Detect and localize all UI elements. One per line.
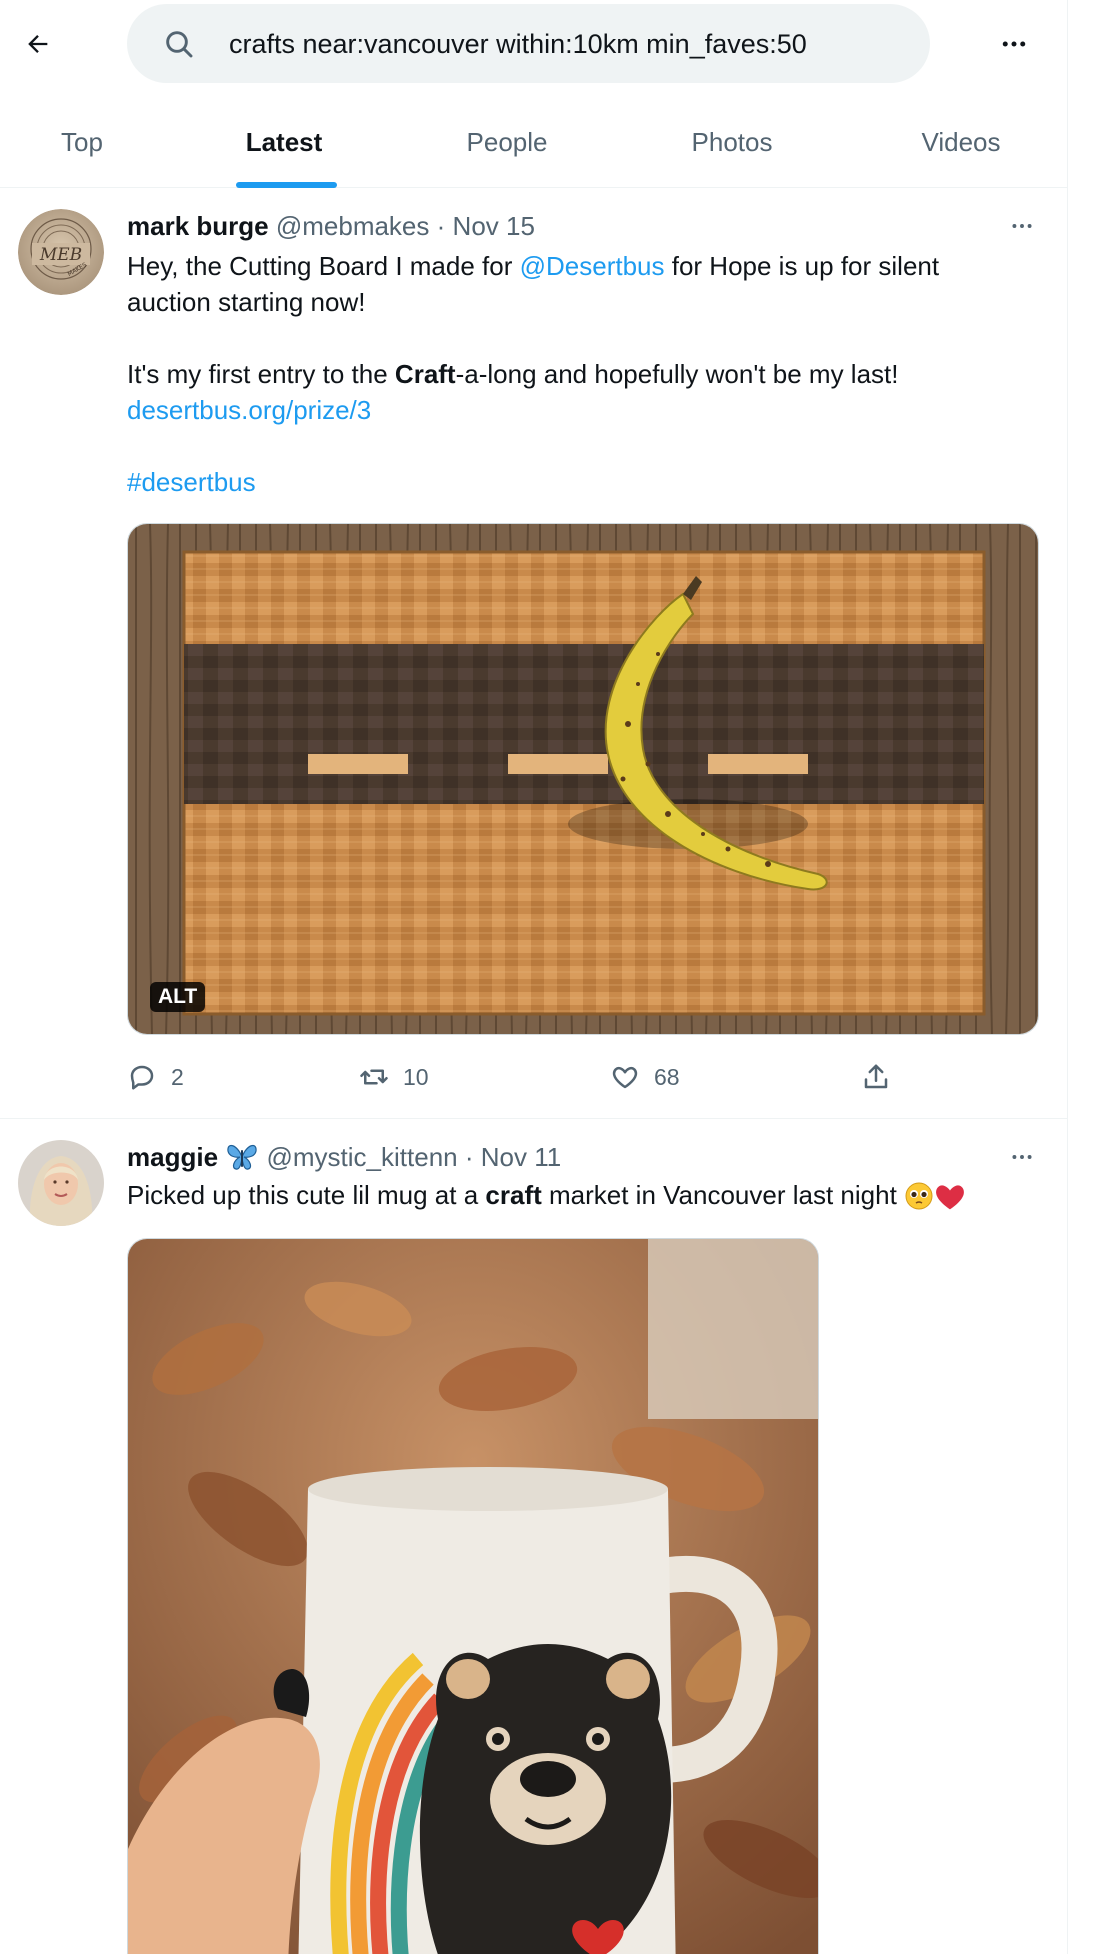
right-gutter	[1069, 0, 1120, 1954]
butterfly-emoji-icon	[227, 1144, 257, 1170]
tweet-photo-cutting-board[interactable]: ALT	[127, 523, 1039, 1035]
user-handle[interactable]: @mystic_kittenn	[267, 1142, 458, 1172]
tweet[interactable]: maggie @mystic_kittenn · Nov 11 Picked u…	[0, 1120, 1068, 1954]
active-tab-indicator	[236, 182, 337, 188]
display-name[interactable]: mark burge	[127, 211, 269, 241]
tweet-more-button[interactable]	[1000, 209, 1044, 243]
svg-text:MEB: MEB	[39, 245, 82, 265]
share-icon	[864, 1064, 888, 1089]
mention-link[interactable]: @Desertbus	[520, 251, 665, 281]
external-link[interactable]: desertbus.org/prize/3	[127, 392, 1027, 428]
tab-photos[interactable]: Photos	[610, 96, 854, 188]
tweet-header: mark burge @mebmakes · Nov 15	[127, 209, 535, 243]
like-button[interactable]: 68	[610, 1055, 680, 1099]
more-options-button[interactable]	[990, 20, 1038, 68]
search-tabs: Top Latest People Photos Videos	[0, 96, 1068, 188]
tweet[interactable]: MEB MAKES mark burge @mebmakes · Nov 15 …	[0, 189, 1068, 1119]
tweet-date[interactable]: Nov 11	[481, 1142, 561, 1172]
back-button[interactable]	[14, 20, 62, 68]
reply-button[interactable]: 2	[127, 1055, 184, 1099]
search-header: crafts near:vancouver within:10km min_fa…	[0, 0, 1068, 88]
arrow-left-icon	[28, 35, 48, 53]
tweet-date[interactable]: Nov 15	[453, 211, 535, 241]
retweet-icon	[360, 1069, 388, 1085]
search-query-text[interactable]: crafts near:vancouver within:10km min_fa…	[229, 28, 807, 60]
separator-dot: ·	[436, 211, 446, 241]
more-dots-icon	[1012, 1155, 1032, 1159]
tab-videos[interactable]: Videos	[854, 96, 1068, 188]
pleading-face-emoji-icon	[905, 1182, 933, 1210]
search-input[interactable]: crafts near:vancouver within:10km min_fa…	[127, 4, 930, 83]
tweet-text: Hey, the Cutting Board I made for @Deser…	[127, 248, 1027, 500]
like-count: 68	[654, 1063, 680, 1090]
reply-count: 2	[171, 1063, 184, 1090]
tweet-text: Picked up this cute lil mug at a craft m…	[127, 1177, 1057, 1213]
avatar[interactable]	[18, 1140, 104, 1226]
separator-dot: ·	[464, 1142, 474, 1172]
tab-people[interactable]: People	[404, 96, 610, 188]
alt-text-badge[interactable]: ALT	[150, 982, 206, 1012]
red-heart-emoji-icon	[936, 1185, 964, 1210]
cutting-board-image	[128, 524, 1038, 1034]
search-icon	[166, 31, 193, 58]
meb-makes-logo: MEB MAKES	[18, 209, 104, 295]
tweet-photo-mug[interactable]	[127, 1238, 819, 1954]
more-dots-icon	[1012, 224, 1032, 228]
share-button[interactable]	[861, 1055, 891, 1099]
retweet-count: 10	[403, 1063, 429, 1090]
reply-icon	[130, 1065, 154, 1090]
avatar[interactable]: MEB MAKES	[18, 209, 104, 295]
retweet-button[interactable]: 10	[359, 1055, 429, 1099]
hashtag-link[interactable]: #desertbus	[127, 464, 1027, 500]
avatar-photo	[18, 1140, 104, 1226]
tab-top[interactable]: Top	[0, 96, 164, 188]
tweet-more-button[interactable]	[1000, 1140, 1044, 1174]
tweet-actions: 2 10 68	[127, 1055, 888, 1099]
tab-latest[interactable]: Latest	[164, 96, 404, 188]
more-dots-icon	[1002, 41, 1026, 47]
user-handle[interactable]: @mebmakes	[276, 211, 430, 241]
bear-mug-image	[128, 1239, 818, 1954]
heart-icon	[612, 1066, 638, 1089]
tweet-header: maggie @mystic_kittenn · Nov 11	[127, 1140, 561, 1174]
display-name[interactable]: maggie	[127, 1142, 218, 1172]
